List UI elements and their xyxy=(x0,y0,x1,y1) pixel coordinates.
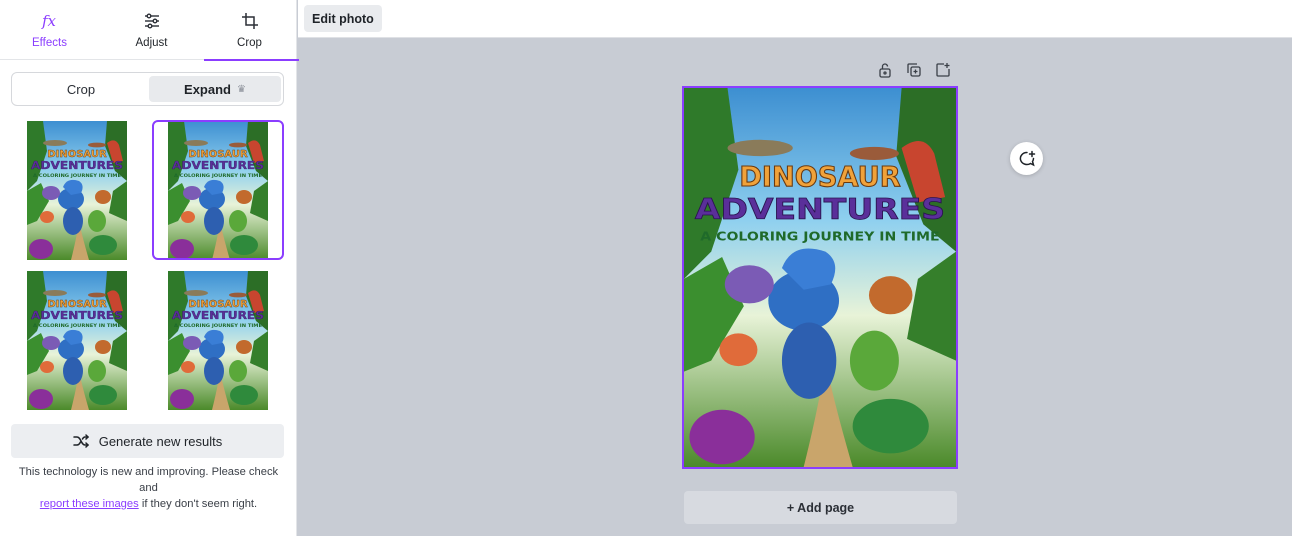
tab-effects[interactable]: fx Effects xyxy=(0,0,99,60)
crown-icon: ♛ xyxy=(237,83,246,95)
duplicate-icon[interactable] xyxy=(906,62,922,80)
tab-crop-label: Crop xyxy=(237,37,262,49)
tab-adjust-label: Adjust xyxy=(135,37,168,49)
svg-text:fx: fx xyxy=(41,12,57,30)
design-page[interactable]: DINOSAUR ADVENTURES A COLORING JOURNEY I… xyxy=(682,86,958,469)
lock-icon[interactable] xyxy=(877,62,893,80)
crop-option[interactable]: Crop xyxy=(15,76,147,102)
crop-icon xyxy=(200,10,299,32)
edit-panel: fx Effects Adjust Crop Crop Expand ♛ DIN… xyxy=(0,0,299,536)
tab-crop[interactable]: Crop xyxy=(200,0,299,61)
cover-image: DINOSAUR ADVENTURES A COLORING JOURNEY I… xyxy=(684,88,956,467)
svg-text:ADVENTURES: ADVENTURES xyxy=(31,160,123,172)
svg-text:A COLORING JOURNEY IN TIME: A COLORING JOURNEY IN TIME xyxy=(700,230,939,244)
svg-text:DINOSAUR: DINOSAUR xyxy=(47,149,107,160)
expand-option-label: Expand xyxy=(184,81,231,97)
tab-effects-label: Effects xyxy=(32,37,67,49)
add-page-button[interactable]: + Add page xyxy=(684,491,957,524)
add-comment-button[interactable] xyxy=(1010,142,1043,175)
edit-tabs: fx Effects Adjust Crop xyxy=(0,0,299,61)
expand-option[interactable]: Expand ♛ xyxy=(149,76,281,102)
result-thumbnail[interactable]: DINOSAUR ADVENTURES A COLORING JOURNEY I… xyxy=(168,271,268,410)
result-thumbnail-image: DINOSAUR ADVENTURES A COLORING JOURNEY I… xyxy=(27,121,127,260)
top-toolbar: Edit photo xyxy=(298,0,1292,38)
sliders-icon xyxy=(102,10,201,32)
disclaimer-suffix: if they don't seem right. xyxy=(141,498,258,510)
result-thumbnail[interactable]: DINOSAUR ADVENTURES A COLORING JOURNEY I… xyxy=(27,121,127,260)
svg-text:A COLORING JOURNEY IN TIME: A COLORING JOURNEY IN TIME xyxy=(33,323,121,329)
result-thumbnail[interactable]: DINOSAUR ADVENTURES A COLORING JOURNEY I… xyxy=(27,271,127,410)
edit-photo-button[interactable]: Edit photo xyxy=(304,5,382,32)
comment-plus-icon xyxy=(1019,150,1035,166)
svg-text:ADVENTURES: ADVENTURES xyxy=(31,310,123,322)
crop-expand-toggle: Crop Expand ♛ xyxy=(11,72,284,106)
result-thumbnail-image: DINOSAUR ADVENTURES A COLORING JOURNEY I… xyxy=(27,271,127,410)
page-tools xyxy=(877,62,951,80)
svg-text:DINOSAUR: DINOSAUR xyxy=(47,299,107,310)
disclaimer-text: This technology is new and improving. Pl… xyxy=(18,466,279,494)
svg-text:ADVENTURES: ADVENTURES xyxy=(695,192,945,226)
svg-text:A COLORING JOURNEY IN TIME: A COLORING JOURNEY IN TIME xyxy=(174,323,262,329)
svg-text:DINOSAUR: DINOSAUR xyxy=(739,162,900,193)
fx-icon: fx xyxy=(0,10,99,32)
tab-adjust[interactable]: Adjust xyxy=(102,0,201,60)
selected-result-frame xyxy=(152,120,284,260)
svg-text:A COLORING JOURNEY IN TIME: A COLORING JOURNEY IN TIME xyxy=(33,173,121,179)
disclaimer-note: This technology is new and improving. Pl… xyxy=(8,464,289,512)
generate-new-results-button[interactable]: Generate new results xyxy=(11,424,284,458)
svg-text:ADVENTURES: ADVENTURES xyxy=(172,310,264,322)
report-images-link[interactable]: report these images xyxy=(40,498,139,510)
result-thumbnail-image: DINOSAUR ADVENTURES A COLORING JOURNEY I… xyxy=(168,271,268,410)
add-page-icon[interactable] xyxy=(935,62,951,80)
shuffle-icon xyxy=(72,434,89,448)
generate-new-results-label: Generate new results xyxy=(98,433,223,449)
svg-text:DINOSAUR: DINOSAUR xyxy=(188,299,248,310)
